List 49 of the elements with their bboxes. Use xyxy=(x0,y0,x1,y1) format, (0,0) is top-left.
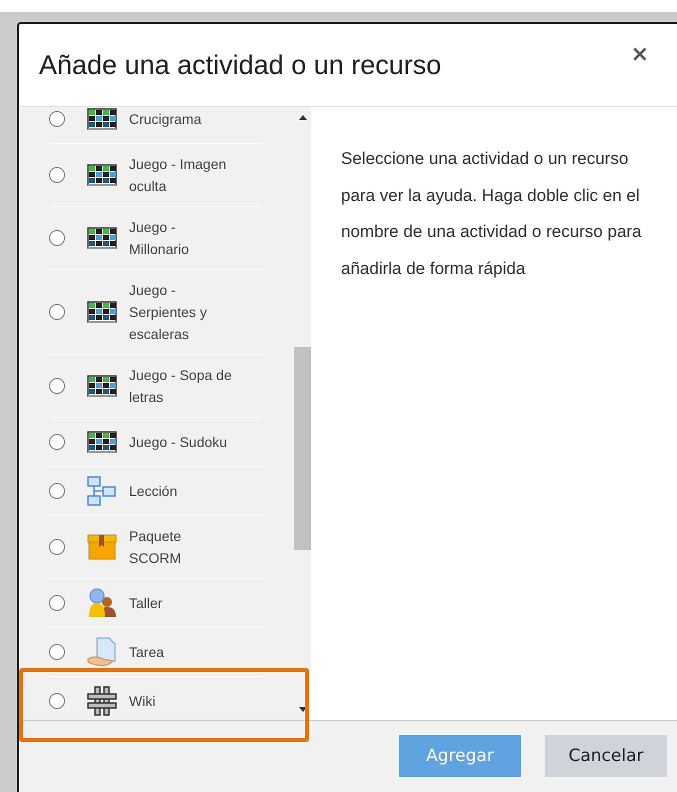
radio-button[interactable] xyxy=(49,644,65,660)
radio-button[interactable] xyxy=(49,693,65,709)
activity-item[interactable]: Juego - Millonario xyxy=(49,207,263,270)
radio-button[interactable] xyxy=(49,230,65,246)
document-hand-icon xyxy=(87,637,117,667)
game-board-icon xyxy=(87,226,117,250)
activity-label: Juego - Millonario xyxy=(129,218,190,259)
activity-item[interactable]: Juego - Serpientes y escaleras xyxy=(49,270,263,355)
activity-item[interactable]: Lección xyxy=(49,467,263,516)
flowchart-icon xyxy=(87,476,117,506)
wiki-icon xyxy=(87,686,117,716)
activity-label: Juego - Imagen oculta xyxy=(129,155,228,196)
game-board-icon xyxy=(87,300,117,324)
radio-button[interactable] xyxy=(49,434,65,450)
activity-label: Wiki xyxy=(129,692,156,711)
activity-label: Crucigrama xyxy=(129,110,202,129)
activity-label: Juego - Sopa de letras xyxy=(129,366,233,407)
activity-item[interactable]: Taller xyxy=(49,579,263,628)
activity-label: Lección xyxy=(129,482,178,501)
dialog-title: Añade una actividad o un recurso xyxy=(39,50,442,80)
people-icon xyxy=(87,588,117,618)
activity-label: Juego - Sudoku xyxy=(129,433,228,452)
activity-item[interactable]: Tarea xyxy=(49,628,263,677)
game-board-icon xyxy=(87,107,117,131)
box-icon xyxy=(87,534,117,560)
activity-item[interactable]: Juego - Imagen oculta xyxy=(49,144,263,207)
game-board-icon xyxy=(87,163,117,187)
game-board-icon xyxy=(87,374,117,398)
radio-button[interactable] xyxy=(49,378,65,394)
radio-button[interactable] xyxy=(49,539,65,555)
radio-button[interactable] xyxy=(49,167,65,183)
radio-button[interactable] xyxy=(49,304,65,320)
activity-item[interactable]: Juego - Sopa de letras xyxy=(49,355,263,418)
game-board-icon xyxy=(87,430,117,454)
activity-label: Taller xyxy=(129,594,164,613)
activity-label: Tarea xyxy=(129,643,166,662)
activity-label: Paquete SCORM xyxy=(129,527,182,568)
radio-button[interactable] xyxy=(49,111,65,127)
activity-item[interactable]: Crucigrama xyxy=(49,107,263,144)
close-button[interactable]: × xyxy=(622,42,657,67)
cancel-button[interactable]: Cancelar xyxy=(545,735,667,777)
help-text: Seleccione una actividad o un recurso para ver la ayuda. Haga doble clic en el nombre de una actividad o recurso para añadirla de forma rápida xyxy=(340,148,643,280)
activity-item[interactable]: Paquete SCORM xyxy=(49,516,263,579)
activity-label: Juego - Serpientes y escaleras xyxy=(129,281,208,344)
scroll-up-icon[interactable] xyxy=(298,115,306,120)
radio-button[interactable] xyxy=(49,595,65,611)
scroll-down-icon[interactable] xyxy=(298,707,306,712)
radio-button[interactable] xyxy=(49,483,65,499)
activity-item[interactable]: Juego - Sudoku xyxy=(49,418,263,467)
